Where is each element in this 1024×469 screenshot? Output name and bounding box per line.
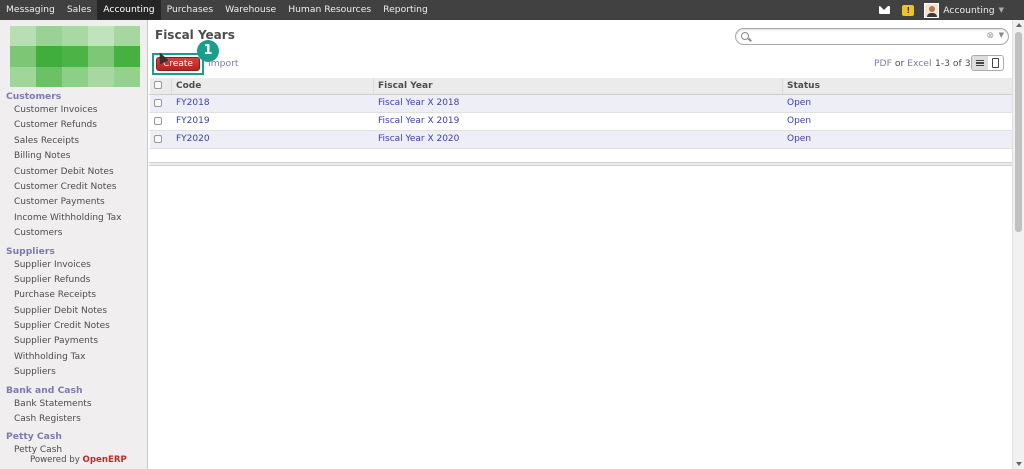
- chevron-down-icon[interactable]: ▼: [999, 6, 1004, 14]
- cell-status[interactable]: Open: [782, 130, 1013, 149]
- company-logo[interactable]: [10, 26, 140, 87]
- sidebar-item-supplier-refunds[interactable]: Supplier Refunds: [0, 273, 148, 288]
- cell-code[interactable]: FY2019: [171, 112, 374, 131]
- menu-human-resources[interactable]: Human Resources: [282, 0, 377, 20]
- scroll-up-icon[interactable]: [1016, 23, 1022, 27]
- sidebar-item-sales-receipts[interactable]: Sales Receipts: [0, 134, 148, 149]
- cell-fiscal-year[interactable]: Fiscal Year X 2019: [373, 112, 783, 131]
- avatar[interactable]: [924, 2, 940, 18]
- row-select-cell: [149, 94, 172, 113]
- row-checkbox[interactable]: [154, 98, 162, 107]
- column-header-code[interactable]: Code: [171, 78, 374, 95]
- scroll-down-icon[interactable]: [1016, 462, 1022, 466]
- sidebar-item-supplier-payments[interactable]: Supplier Payments: [0, 334, 148, 349]
- sidebar-item-customer-refunds[interactable]: Customer Refunds: [0, 118, 148, 133]
- select-all-cell: [149, 78, 172, 95]
- cell-fiscal-year[interactable]: Fiscal Year X 2018: [373, 94, 783, 113]
- column-header-status[interactable]: Status: [782, 78, 1013, 95]
- row-checkbox[interactable]: [154, 116, 162, 125]
- table-empty-row: [149, 148, 1013, 163]
- menu-purchases[interactable]: Purchases: [161, 0, 220, 20]
- sidebar-item-bank-statements[interactable]: Bank Statements: [0, 397, 148, 412]
- form-view-button[interactable]: [988, 56, 1004, 70]
- pager[interactable]: 1-3 of 3: [935, 58, 971, 69]
- sidebar-item-customers[interactable]: Customers: [0, 226, 148, 241]
- export-or-text: or: [894, 58, 905, 69]
- row-checkbox[interactable]: [154, 134, 162, 143]
- cell-code[interactable]: FY2018: [171, 94, 374, 113]
- sidebar-nav: Customers Customer Invoices Customer Ref…: [0, 90, 148, 459]
- row-select-cell: [149, 130, 172, 149]
- menu-reporting[interactable]: Reporting: [377, 0, 434, 20]
- export-excel-link[interactable]: Excel: [907, 58, 931, 69]
- user-menu-label[interactable]: Accounting: [943, 5, 994, 16]
- sidebar-item-suppliers[interactable]: Suppliers: [0, 365, 148, 380]
- menu-accounting[interactable]: Accounting: [97, 0, 161, 20]
- cell-fiscal-year[interactable]: Fiscal Year X 2020: [373, 130, 783, 149]
- top-menu: Messaging Sales Accounting Purchases War…: [0, 0, 434, 20]
- sidebar-item-billing-notes[interactable]: Billing Notes: [0, 149, 148, 164]
- warning-icon[interactable]: !: [902, 4, 915, 16]
- menu-sales[interactable]: Sales: [61, 0, 97, 20]
- table-footer: [149, 162, 1013, 166]
- sidebar-section-customers[interactable]: Customers: [0, 90, 148, 103]
- clear-search-icon[interactable]: ⊗: [986, 31, 994, 41]
- fiscal-years-table: Code Fiscal Year Status FY2018 Fiscal Ye…: [149, 78, 1013, 166]
- sidebar-item-customer-invoices[interactable]: Customer Invoices: [0, 103, 148, 118]
- page-title: Fiscal Years: [155, 28, 235, 42]
- table-row[interactable]: FY2019 Fiscal Year X 2019 Open: [149, 112, 1013, 131]
- search-options-chevron-icon[interactable]: ▼: [999, 31, 1004, 39]
- menu-messaging[interactable]: Messaging: [0, 0, 61, 20]
- column-header-fiscal-year[interactable]: Fiscal Year: [373, 78, 783, 95]
- sidebar-item-customer-debit-notes[interactable]: Customer Debit Notes: [0, 165, 148, 180]
- table-row[interactable]: FY2020 Fiscal Year X 2020 Open: [149, 130, 1013, 149]
- powered-by-brand[interactable]: OpenERP: [83, 455, 127, 465]
- import-link[interactable]: Import: [208, 58, 239, 69]
- table-row[interactable]: FY2018 Fiscal Year X 2018 Open: [149, 94, 1013, 113]
- sidebar: Customers Customer Invoices Customer Ref…: [0, 20, 148, 469]
- menu-warehouse[interactable]: Warehouse: [219, 0, 282, 20]
- sidebar-item-supplier-credit-notes[interactable]: Supplier Credit Notes: [0, 319, 148, 334]
- row-select-cell: [149, 112, 172, 131]
- cell-status[interactable]: Open: [782, 94, 1013, 113]
- sidebar-section-bank-and-cash[interactable]: Bank and Cash: [0, 384, 148, 397]
- mail-icon[interactable]: [879, 6, 891, 14]
- top-menu-bar: Messaging Sales Accounting Purchases War…: [0, 0, 1024, 20]
- sidebar-item-customer-payments[interactable]: Customer Payments: [0, 195, 148, 210]
- view-switcher: [971, 55, 1004, 71]
- export-pdf-link[interactable]: PDF: [874, 58, 892, 69]
- cell-status[interactable]: Open: [782, 112, 1013, 131]
- export-links: PDF or Excel: [874, 58, 932, 69]
- sidebar-item-income-withholding-tax[interactable]: Income Withholding Tax: [0, 211, 148, 226]
- powered-by: Powered by OpenERP: [30, 455, 127, 465]
- cell-code[interactable]: FY2020: [171, 130, 374, 149]
- search-icon: [741, 32, 749, 40]
- form-icon: [991, 58, 999, 68]
- select-all-checkbox[interactable]: [153, 81, 162, 90]
- topbar-right: ! Accounting ▼: [879, 0, 1024, 20]
- sidebar-section-suppliers[interactable]: Suppliers: [0, 245, 148, 258]
- search-box[interactable]: ⊗ ▼: [735, 28, 1009, 45]
- page-scrollbar[interactable]: [1012, 20, 1024, 469]
- sidebar-item-cash-registers[interactable]: Cash Registers: [0, 412, 148, 427]
- sidebar-item-purchase-receipts[interactable]: Purchase Receipts: [0, 288, 148, 303]
- list-icon: [975, 60, 984, 66]
- scroll-thumb[interactable]: [1015, 32, 1022, 232]
- search-input[interactable]: [753, 30, 978, 43]
- main-content: Fiscal Years ⊗ ▼ Create 1 Import PDF or …: [149, 20, 1013, 469]
- powered-by-text: Powered by: [30, 455, 80, 465]
- sidebar-item-supplier-debit-notes[interactable]: Supplier Debit Notes: [0, 304, 148, 319]
- list-view-button[interactable]: [972, 56, 988, 70]
- sidebar-item-withholding-tax[interactable]: Withholding Tax: [0, 350, 148, 365]
- sidebar-item-supplier-invoices[interactable]: Supplier Invoices: [0, 258, 148, 273]
- table-header-row: Code Fiscal Year Status: [149, 78, 1013, 95]
- sidebar-item-customer-credit-notes[interactable]: Customer Credit Notes: [0, 180, 148, 195]
- sidebar-section-petty-cash[interactable]: Petty Cash: [0, 430, 148, 443]
